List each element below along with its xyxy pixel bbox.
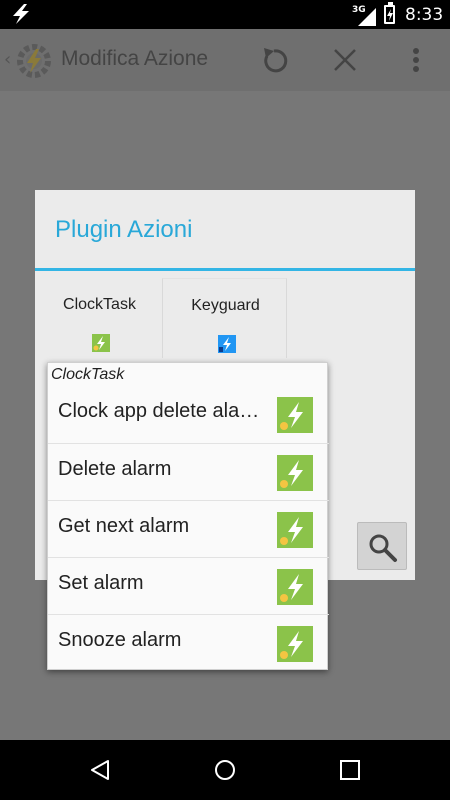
close-icon[interactable] <box>329 44 361 76</box>
clocktask-action-icon <box>277 397 313 433</box>
page-title: Modifica Azione <box>61 47 209 70</box>
plugin-label: Keyguard <box>191 297 260 314</box>
tasker-app-icon <box>17 44 51 78</box>
plugin-keyguard[interactable]: Keyguard <box>162 278 287 358</box>
plugin-clocktask[interactable]: ClockTask <box>37 278 162 358</box>
home-icon[interactable] <box>213 758 237 782</box>
menu-item-set-alarm[interactable]: Set alarm <box>48 557 329 614</box>
status-bar: 3G 8:33 <box>0 0 450 29</box>
clocktask-action-menu: ClockTask Clock app delete ala… Delete a… <box>47 362 329 671</box>
system-nav-bar <box>0 740 450 800</box>
clocktask-action-icon <box>277 569 313 605</box>
menu-item-label: Set alarm <box>58 572 144 594</box>
plugin-label: ClockTask <box>63 296 136 313</box>
menu-item-snooze-alarm[interactable]: Snooze alarm <box>48 614 329 671</box>
back-icon[interactable] <box>88 758 112 782</box>
app-bar: ‹ Modifica Azione <box>0 29 450 91</box>
clocktask-plugin-icon <box>92 334 110 352</box>
menu-item-label: Get next alarm <box>58 515 190 537</box>
dialog-divider <box>35 268 415 271</box>
bolt-icon <box>13 4 29 24</box>
more-icon[interactable] <box>400 44 432 76</box>
dialog-title: Plugin Azioni <box>55 216 193 243</box>
signal-icon <box>358 8 376 26</box>
keyguard-plugin-icon <box>218 335 236 353</box>
clock: 8:33 <box>405 5 444 25</box>
menu-item-get-next-alarm[interactable]: Get next alarm <box>48 500 329 557</box>
undo-icon[interactable] <box>258 44 290 76</box>
clocktask-action-icon <box>277 512 313 548</box>
menu-item-label: Snooze alarm <box>58 629 182 651</box>
menu-item-clock-app-delete-alarm[interactable]: Clock app delete ala… <box>48 386 329 443</box>
search-icon <box>369 534 397 562</box>
menu-header: ClockTask <box>51 366 125 383</box>
menu-item-label: Delete alarm <box>58 458 172 480</box>
clocktask-action-icon <box>277 626 313 662</box>
battery-icon <box>384 2 395 24</box>
menu-item-label: Clock app delete ala… <box>58 400 260 422</box>
recents-icon[interactable] <box>338 758 362 782</box>
clocktask-action-icon <box>277 455 313 491</box>
chevron-left-icon[interactable]: ‹ <box>4 49 11 70</box>
search-button[interactable] <box>357 522 407 570</box>
menu-item-delete-alarm[interactable]: Delete alarm <box>48 443 329 500</box>
